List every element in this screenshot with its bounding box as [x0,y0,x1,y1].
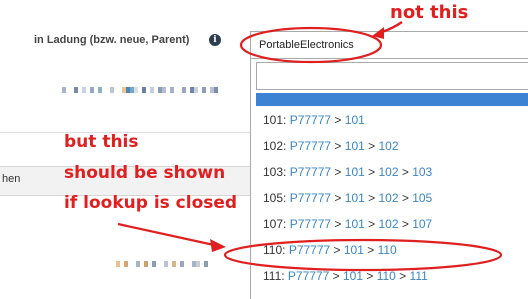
annotation-overlay [117,20,503,272]
annotation-ellipse-top [239,26,383,64]
annotation-arrowhead-bottom [210,239,226,252]
annotation-arrow-bottom [117,222,215,247]
annotation-ellipse-bottom [223,238,503,272]
